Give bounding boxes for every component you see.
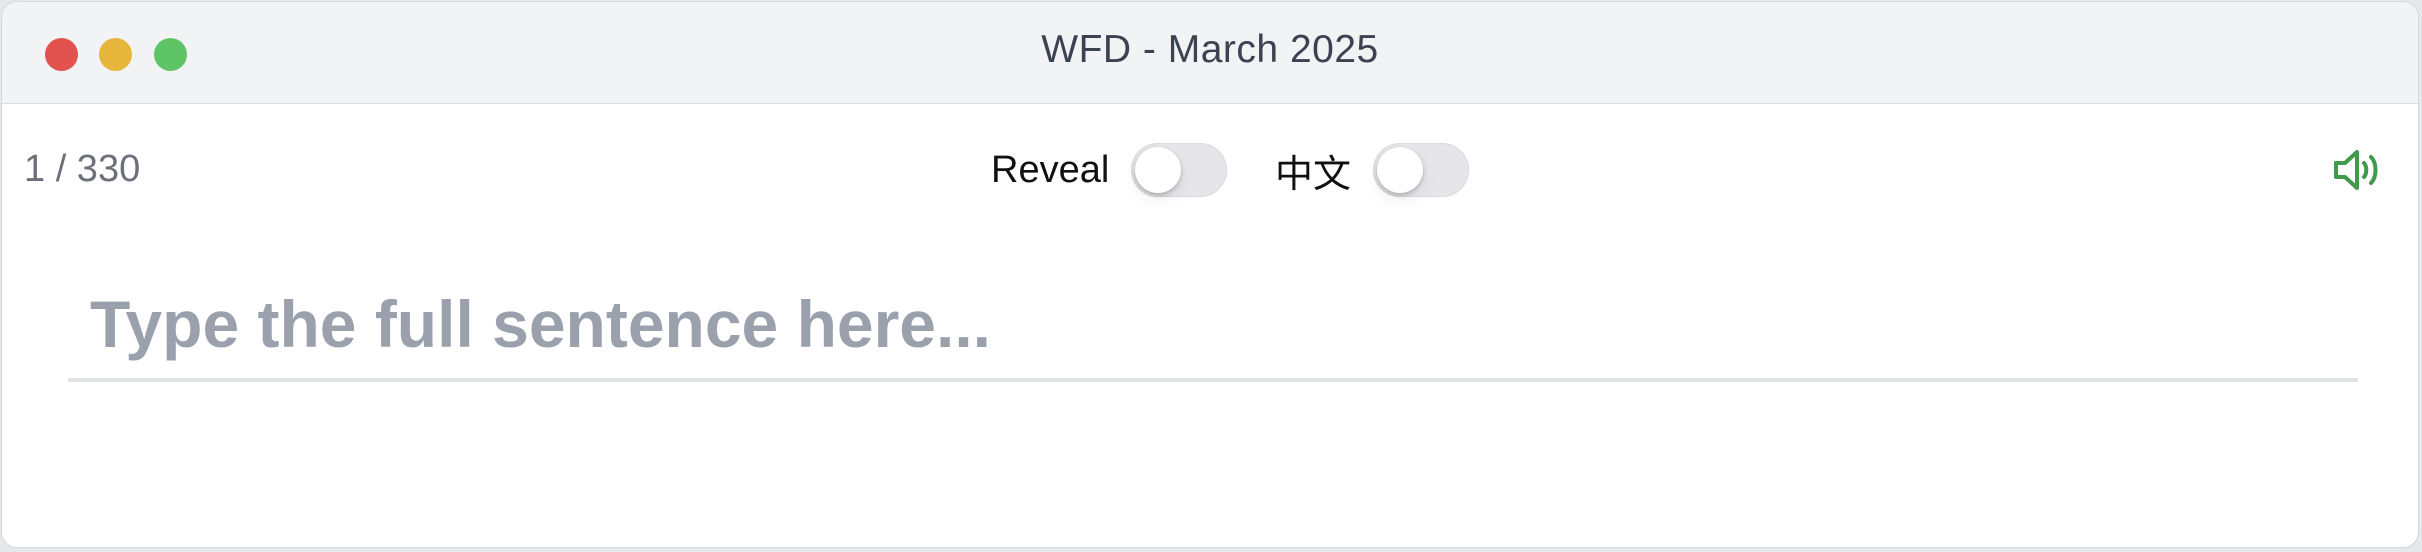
speaker-volume-icon[interactable] bbox=[2332, 148, 2384, 192]
chinese-toggle-knob bbox=[1377, 147, 1424, 193]
window-title: WFD - March 2025 bbox=[1041, 28, 1379, 71]
chinese-toggle[interactable] bbox=[1373, 143, 1470, 197]
reveal-label: Reveal bbox=[991, 148, 1110, 191]
reveal-toggle-group: Reveal bbox=[991, 142, 1228, 198]
app-window: WFD - March 2025 1 / 330 Reveal 中文 bbox=[1, 1, 2419, 548]
title-bar: WFD - March 2025 bbox=[2, 2, 2418, 104]
sentence-input[interactable] bbox=[68, 270, 2358, 382]
reveal-toggle-knob bbox=[1135, 147, 1182, 193]
reveal-toggle[interactable] bbox=[1131, 143, 1228, 197]
chinese-label: 中文 bbox=[1275, 153, 1352, 196]
progress-counter: 1 / 330 bbox=[24, 148, 141, 190]
chinese-toggle-group: 中文 bbox=[1275, 142, 1470, 198]
